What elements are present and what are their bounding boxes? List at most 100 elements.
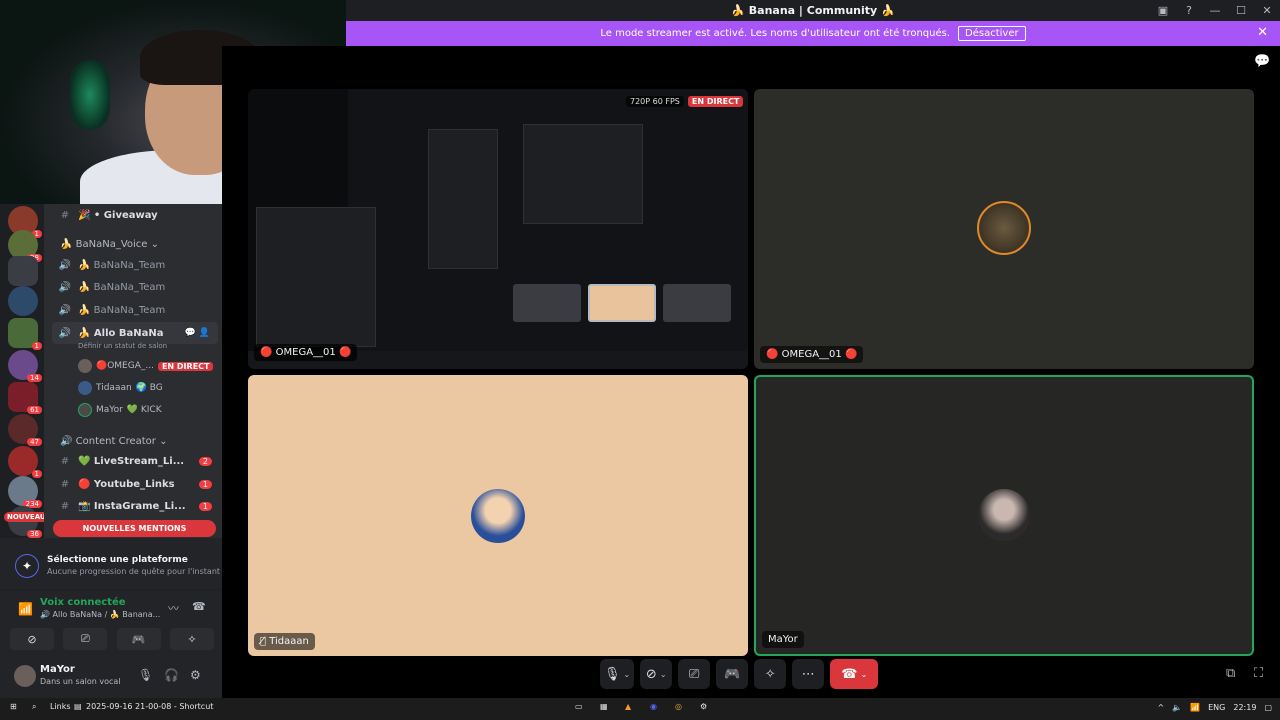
chat-icon[interactable]: 💬 👤 (185, 328, 210, 338)
app-icon[interactable]: ▦ (600, 702, 608, 711)
system-tray: ^ 🔈 📶 ENG 22:19 ▢ (1157, 703, 1272, 712)
screen-share-button[interactable]: ⎚ (63, 628, 108, 650)
notification-icon[interactable]: ▢ (1264, 703, 1272, 712)
soundboard-icon: ✧ (764, 666, 776, 682)
category-content[interactable]: 🔊 Content Creator ⌄ (60, 436, 167, 447)
guild-icon[interactable] (8, 256, 38, 286)
mention-count: 1 (198, 479, 212, 489)
app-icon[interactable]: ⚙ (700, 702, 707, 711)
voice-channel-active[interactable]: 🔊 🍌 Allo BaNaNa 💬 👤 (52, 322, 218, 344)
participant-tile-speaking[interactable]: MaYor (754, 375, 1254, 656)
microphone-icon[interactable]: 🎙 (138, 668, 153, 682)
more-button[interactable]: ⋯ (792, 659, 825, 689)
window-close-icon[interactable]: ✕ (1254, 4, 1280, 17)
stream-info: 720P 60 FPS EN DIRECT (626, 96, 744, 107)
search-icon[interactable]: ⌕ (32, 702, 36, 712)
voice-user[interactable]: 🔴OMEGA_... EN DIRECT (78, 359, 214, 373)
discord-icon[interactable]: ◉ (650, 702, 657, 711)
guild-icon[interactable]: 1 (8, 318, 42, 350)
soundboard-button[interactable]: ✧ (169, 628, 214, 650)
voice-channel-team[interactable]: 🔊 🍌 BaNaNa_Team (44, 276, 222, 298)
chrome-icon[interactable]: ◎ (675, 702, 682, 711)
chevron-down-icon[interactable]: ⌄ (660, 670, 667, 679)
guild-icon[interactable]: 234 (8, 476, 42, 508)
participant-tile[interactable]: 🎙̸ Tidaaan (248, 375, 748, 656)
wifi-icon[interactable]: 📶 (1190, 703, 1200, 712)
app-icon[interactable]: ▭ (575, 702, 583, 711)
hash-icon: # (60, 478, 70, 490)
disconnect-button[interactable]: ☎ ⌄ (830, 659, 879, 689)
guild-list: 1 28 1 14 61 47 1 234 36 (0, 204, 44, 538)
quest-panel[interactable]: ✦ Sélectionne une plateforme Aucune prog… (0, 538, 222, 590)
noise-suppression-icon[interactable]: 〰 (168, 600, 179, 616)
maximize-icon[interactable]: ☐ (1228, 4, 1254, 17)
mute-button[interactable]: 🎙 ⌄ (600, 659, 635, 689)
screen-share-button[interactable]: ⎚ (678, 659, 711, 689)
voice-user[interactable]: MaYor 💚 KICK (78, 403, 162, 417)
activity-button[interactable]: 🎮 (716, 659, 749, 689)
screenshare-tile[interactable]: 720P 60 FPS EN DIRECT 🔴 OMEGA__01 🔴 (248, 89, 748, 369)
activity-button[interactable]: 🎮 (116, 628, 161, 650)
popout-icon[interactable]: ⧉ (1226, 666, 1235, 681)
guild-icon[interactable]: 47 (8, 414, 42, 446)
start-icon[interactable]: ⊞ (10, 702, 17, 711)
chevron-down-icon[interactable]: ⌄ (860, 670, 867, 679)
microphone-icon: 🎙 (604, 666, 621, 682)
voice-channel-link[interactable]: 🔊 Allo BaNaNa / 🍌 Banana... (40, 610, 160, 619)
participant-tile[interactable]: 🔴 OMEGA__01 🔴 (754, 89, 1254, 369)
channel-youtube[interactable]: # 🔴 Youtube_Links 1 (44, 473, 222, 495)
guild-icon[interactable]: 14 (8, 350, 42, 382)
camera-toggle-button[interactable]: ⊘ (10, 628, 54, 650)
channel-giveaway[interactable]: # 🎉 • Giveaway (44, 204, 222, 226)
camera-button[interactable]: ⊘ ⌄ (640, 659, 673, 689)
compass-icon: ✦ (15, 554, 39, 578)
language-indicator[interactable]: ENG (1208, 703, 1225, 712)
new-mentions-button[interactable]: NOUVELLES MENTIONS (53, 520, 216, 537)
headphones-icon[interactable]: 🎧 (164, 668, 179, 682)
channel-label: 🍌 BaNaNa_Team (78, 304, 166, 316)
inbox-icon[interactable]: ▣ (1150, 4, 1176, 17)
app-icon[interactable]: ▲ (625, 702, 631, 711)
category-label: BaNaNa_Voice (75, 239, 148, 250)
channel-instagram[interactable]: # 📸 InstaGrame_Li... 1 (44, 495, 222, 517)
avatar (978, 489, 1030, 541)
window-titlebar: 🍌 Banana | Community 🍌 ▣ ? — ☐ ✕ (346, 0, 1280, 21)
volume-icon[interactable]: 🔈 (1172, 703, 1182, 712)
nested-window (428, 129, 498, 269)
minimize-icon[interactable]: — (1202, 4, 1228, 17)
voice-channel-team[interactable]: 🔊 🍌 BaNaNa_Team (44, 254, 222, 276)
taskbar-links[interactable]: Links (50, 702, 71, 711)
new-badge[interactable]: NOUVEAU (4, 512, 49, 522)
taskbar-document[interactable]: 2025-09-16 21-00-08 - Shortcut (86, 702, 213, 711)
clock[interactable]: 22:19 (1233, 703, 1256, 712)
category-voice[interactable]: 🍌 BaNaNa_Voice ⌄ (60, 239, 159, 250)
disconnect-icon[interactable]: ☎ (192, 600, 206, 613)
channel-status[interactable]: Définir un statut de salon (78, 342, 167, 350)
signal-icon[interactable]: 📶 (18, 602, 33, 616)
chat-icon[interactable]: 💬 (1254, 54, 1270, 69)
soundboard-button[interactable]: ✧ (754, 659, 787, 689)
voice-user[interactable]: Tidaaan 🌍 BG (78, 381, 163, 395)
chevron-down-icon[interactable]: ⌄ (624, 670, 631, 679)
chevron-up-icon[interactable]: ^ (1157, 703, 1164, 712)
channel-livestream[interactable]: # 💚 LiveStream_Li... 2 (44, 450, 222, 472)
avatar[interactable] (14, 665, 36, 687)
voice-connected-label[interactable]: Voix connectée (40, 597, 126, 608)
screen-tile-thumbnail (663, 284, 731, 322)
fullscreen-icon[interactable]: ⛶ (1254, 666, 1263, 681)
help-icon[interactable]: ? (1176, 4, 1202, 17)
settings-icon[interactable]: ⚙ (190, 668, 201, 682)
quest-title: Sélectionne une plateforme (47, 555, 188, 565)
hangup-icon: ☎ (841, 666, 858, 682)
mic-off-icon: 🎙̸ (260, 636, 270, 647)
avatar (78, 403, 92, 417)
voice-channel-team[interactable]: 🔊 🍌 BaNaNa_Team (44, 299, 222, 321)
user-name[interactable]: MaYor (40, 664, 75, 675)
disable-streamer-button[interactable]: Désactiver (958, 26, 1026, 41)
guild-icon[interactable] (8, 286, 38, 316)
banner-close-icon[interactable]: ✕ (1257, 25, 1268, 40)
guild-icon[interactable]: 61 (8, 382, 42, 414)
participant-name: Tidaaan (269, 636, 309, 647)
guild-badge: 1 (31, 470, 42, 478)
guild-icon[interactable]: 1 (8, 446, 42, 478)
